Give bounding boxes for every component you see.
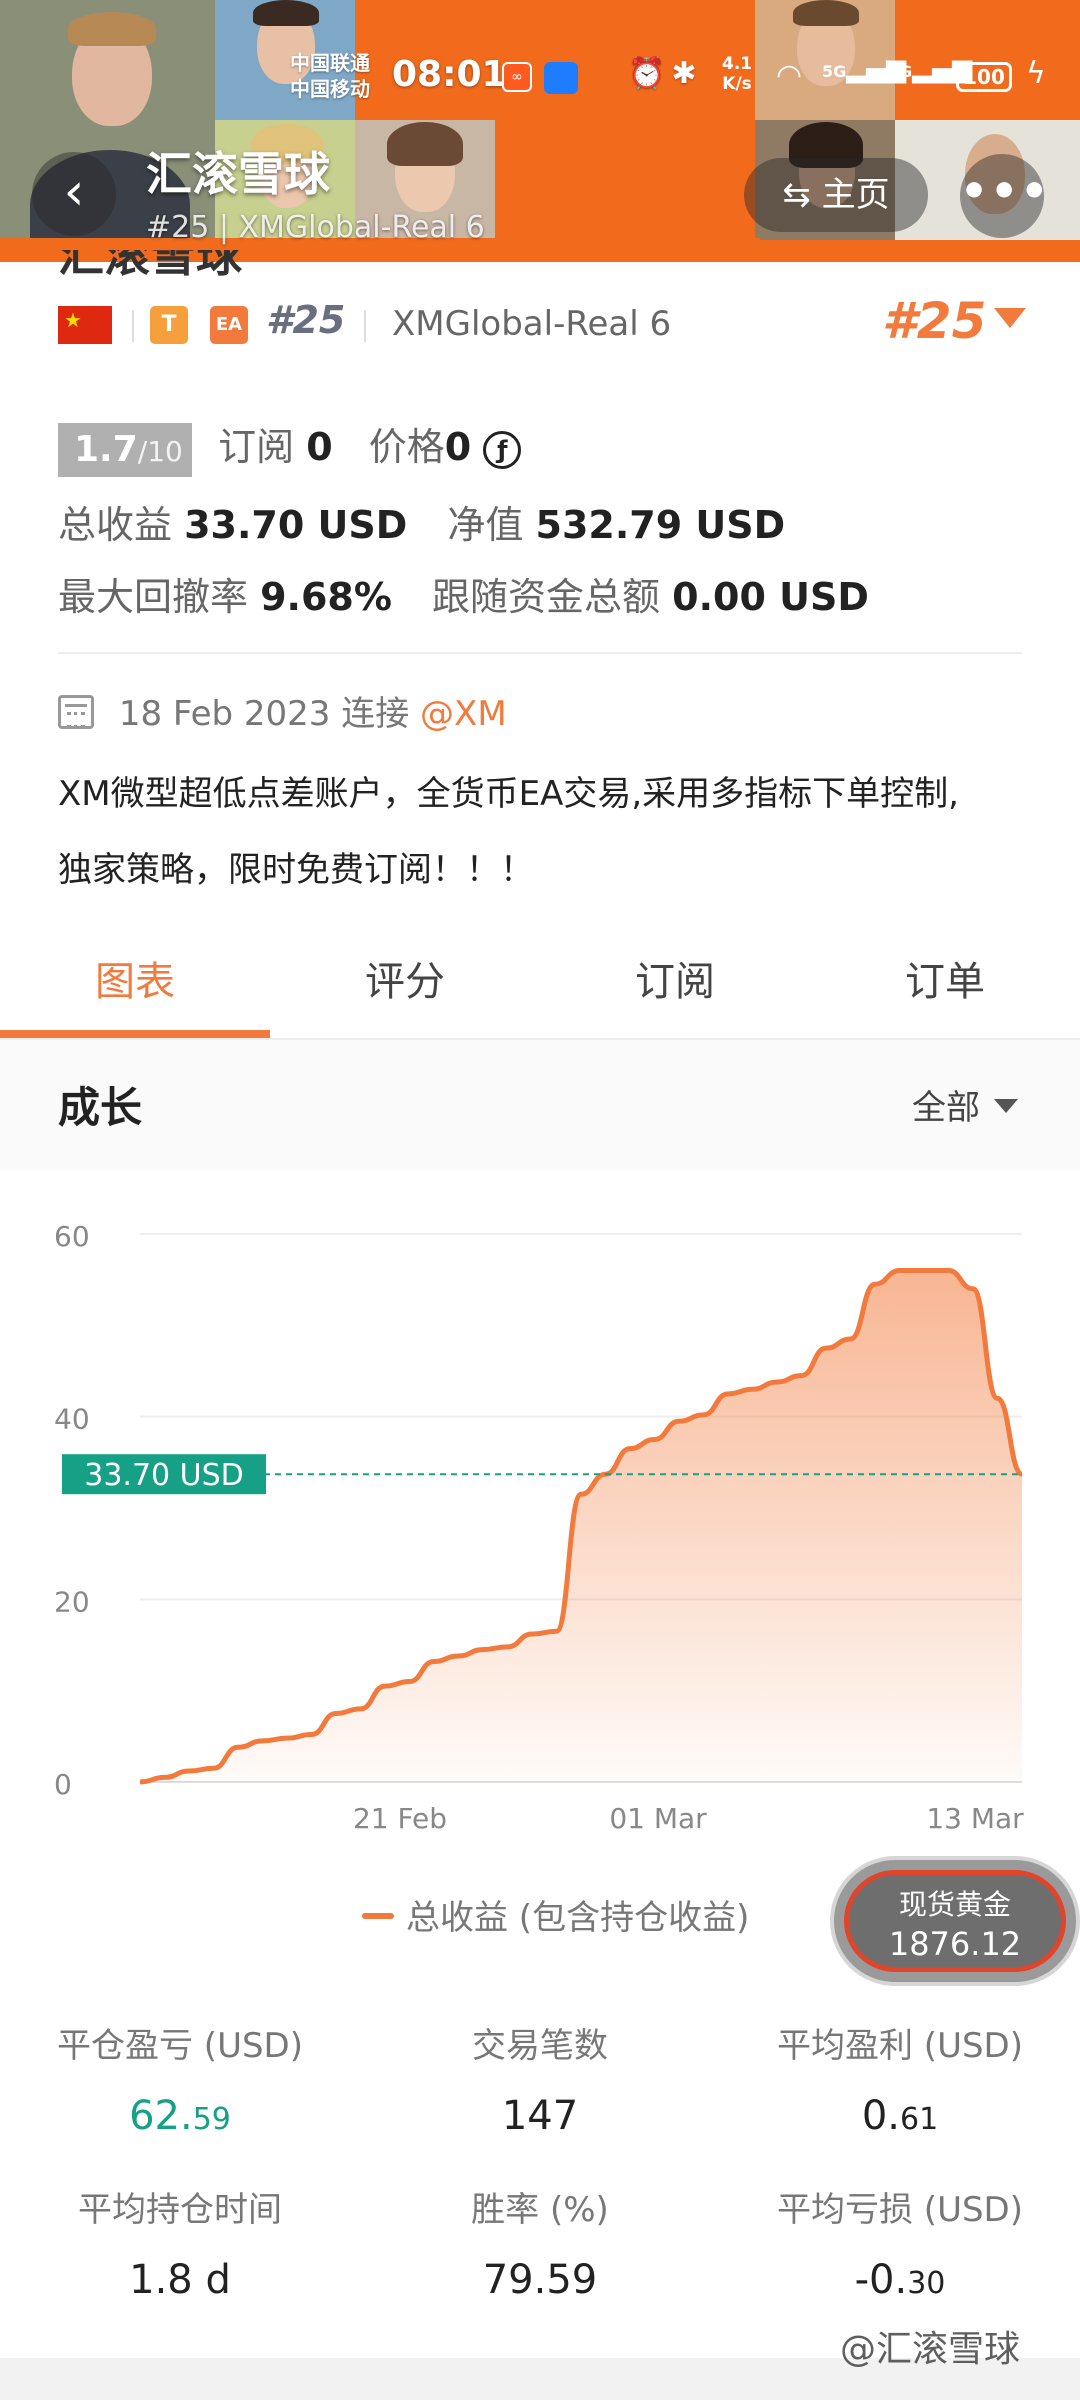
- detail-tabs: 图表 评分 订阅 订单: [0, 930, 1080, 1040]
- score-badge: 1.7/10: [58, 422, 192, 477]
- x-tick-label: 21 Feb: [353, 1802, 447, 1835]
- drawdown-row: 最大回撤率 9.68% 跟随资金总额 0.00 USD: [58, 575, 869, 619]
- tab-rating[interactable]: 评分: [270, 930, 540, 1040]
- metric-closed-pnl: 平仓盈亏 (USD) 62.59: [57, 2026, 303, 2139]
- range-dropdown[interactable]: 全部: [912, 1080, 1018, 1129]
- metric-trade-count: 交易笔数 147: [472, 2026, 608, 2139]
- more-dots-icon: •••: [960, 166, 1051, 217]
- chart-legend: 总收益 (包含持仓收益): [362, 1890, 749, 1939]
- wifi-icon: ◠: [776, 58, 803, 93]
- watermark: @汇滚雪球: [840, 2329, 1021, 2370]
- header-subtitle: #25 | XMGlobal-Real 6: [146, 210, 485, 245]
- gold-price: 1876.12: [888, 1925, 1022, 1963]
- badge-t: T: [150, 306, 188, 344]
- account-name-partial: 汇滚雪球: [58, 250, 242, 280]
- y-tick-label: 40: [54, 1403, 90, 1436]
- follow-funds-value: 0.00 USD: [672, 575, 869, 619]
- rank-dropdown[interactable]: #25: [882, 292, 986, 350]
- account-description: XM微型超低点差账户，全货币EA交易,采用多指标下单控制, 独家策略，限时免费订…: [58, 774, 959, 890]
- calendar-icon: [58, 695, 94, 729]
- network-speed: 4.1 K/s: [722, 54, 753, 94]
- badge-ea: EA: [210, 306, 248, 344]
- tab-subscription[interactable]: 订阅: [540, 930, 810, 1040]
- chevron-left-icon: ‹: [63, 162, 85, 222]
- y-tick-label: 0: [54, 1768, 72, 1801]
- legend-swatch: [362, 1913, 394, 1919]
- equity-value: 532.79 USD: [535, 503, 786, 547]
- battery-icon: 100: [956, 62, 1012, 92]
- charging-icon: ϟ: [1026, 56, 1046, 91]
- active-tab-indicator: [0, 1030, 270, 1038]
- alarm-bluetooth-icons: ⏰✱: [628, 56, 703, 91]
- broker-link[interactable]: @XM: [420, 694, 507, 734]
- current-value-label: 33.70 USD: [84, 1458, 244, 1493]
- server-name: XMGlobal-Real 6: [392, 304, 672, 344]
- back-button[interactable]: ‹: [32, 152, 116, 236]
- growth-chart-svg: 0 20 40 60 21 Feb 01 Mar 13 Mar 33.70 USD: [54, 1220, 1024, 1835]
- account-tag-row: ★ T EA #25 XMGlobal-Real 6 #25: [58, 292, 1038, 356]
- notification-app-icon-2: [544, 62, 578, 94]
- y-tick-label: 20: [54, 1585, 90, 1618]
- gold-label: 现货黄金: [898, 1888, 1011, 1921]
- status-bar: 中国联通 中国移动 08:01 ∞ ⏰✱ 4.1 K/s ◠ 5G▂▄▆ 4G▂…: [0, 44, 1080, 114]
- max-drawdown-value: 9.68%: [260, 575, 392, 619]
- header-title: 汇滚雪球: [146, 147, 330, 201]
- price-value: 0: [444, 425, 472, 469]
- caret-down-icon: [994, 1099, 1018, 1113]
- more-options-button[interactable]: •••: [960, 154, 1048, 238]
- series-area: [140, 1270, 1022, 1782]
- metric-win-rate: 胜率 (%) 79.59: [471, 2190, 609, 2303]
- connect-date-row: 18 Feb 2023 连接 @XM: [58, 686, 507, 735]
- subscribe-count: 0: [306, 425, 333, 469]
- china-flag-icon: ★: [58, 306, 112, 344]
- total-profit-value: 33.70 USD: [184, 503, 408, 547]
- status-time: 08:01: [392, 54, 507, 95]
- metric-avg-hold-time: 平均持仓时间 1.8 d: [78, 2190, 282, 2303]
- gold-price-widget[interactable]: 现货黄金 1876.12: [830, 1856, 1080, 1986]
- growth-chart[interactable]: 0 20 40 60 21 Feb 01 Mar 13 Mar 33.70 USD: [0, 1180, 1080, 1840]
- metric-avg-loss: 平均亏损 (USD) -0.30: [777, 2190, 1023, 2303]
- rank-label: #25: [266, 298, 346, 342]
- metrics-grid: 平仓盈亏 (USD) 62.59 交易笔数 147 平均盈利 (USD) 0.6…: [0, 2018, 1080, 2368]
- profit-row: 总收益 33.70 USD 净值 532.79 USD: [58, 503, 786, 547]
- tab-orders[interactable]: 订单: [810, 930, 1080, 1040]
- header-banner: 中国联通 中国移动 08:01 ∞ ⏰✱ 4.1 K/s ◠ 5G▂▄▆ 4G▂…: [0, 0, 1080, 262]
- swap-icon: ⇆: [782, 175, 811, 215]
- metric-avg-profit: 平均盈利 (USD) 0.61: [777, 2026, 1023, 2139]
- caret-down-icon[interactable]: [994, 308, 1026, 328]
- home-button[interactable]: ⇆ 主页: [744, 158, 928, 232]
- score-row: 1.7/10 订阅 0 价格0 ƒ: [58, 416, 522, 477]
- coin-icon: ƒ: [483, 430, 522, 469]
- x-tick-label: 01 Mar: [609, 1802, 707, 1835]
- x-tick-label: 13 Mar: [926, 1802, 1024, 1835]
- growth-title: 成长: [58, 1083, 143, 1132]
- carrier-labels: 中国联通 中国移动: [290, 51, 370, 101]
- notification-app-icon: ∞: [502, 62, 532, 92]
- y-tick-label: 60: [54, 1220, 90, 1253]
- tab-chart[interactable]: 图表: [0, 930, 270, 1040]
